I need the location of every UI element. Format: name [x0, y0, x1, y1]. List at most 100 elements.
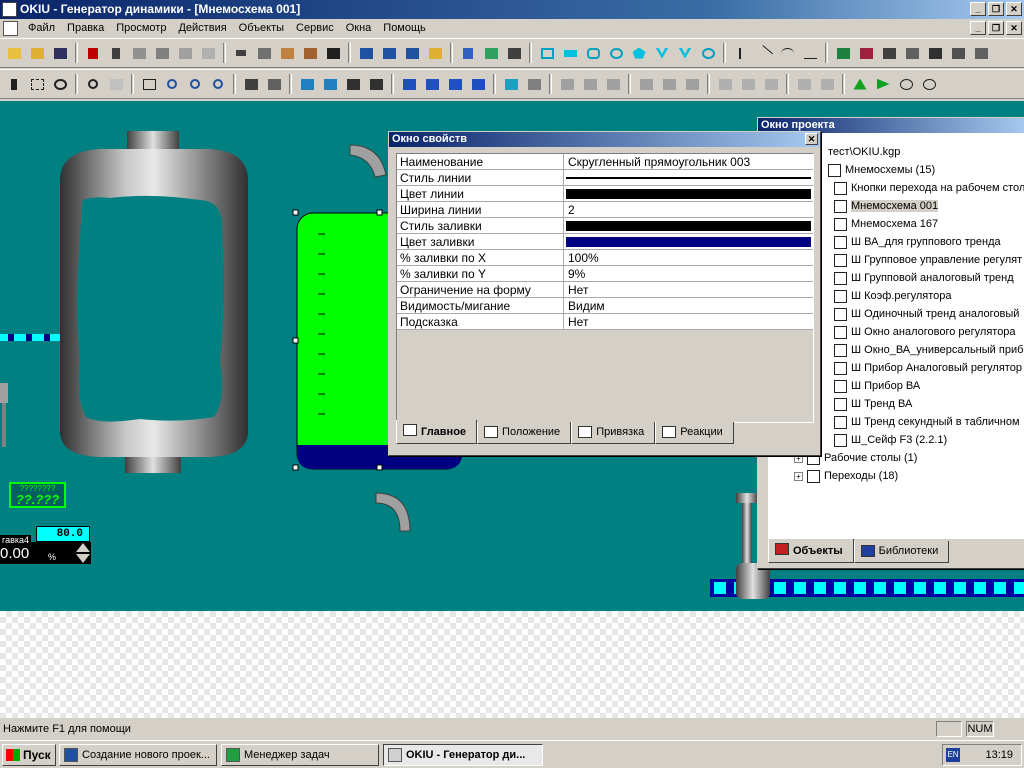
- flip-icon[interactable]: [850, 74, 870, 94]
- spin-up-icon[interactable]: [76, 543, 90, 552]
- close-button[interactable]: ✕: [1006, 2, 1022, 16]
- center-v-icon[interactable]: [817, 74, 837, 94]
- window-icon[interactable]: [356, 43, 376, 63]
- window-grid-icon[interactable]: [402, 43, 422, 63]
- tab-main[interactable]: Главное: [396, 420, 478, 444]
- restore-button[interactable]: ❐: [988, 2, 1004, 16]
- folder-icon[interactable]: [425, 43, 445, 63]
- tree-item[interactable]: Кнопки перехода на рабочем стол: [851, 182, 1024, 194]
- space-v-icon[interactable]: [738, 74, 758, 94]
- grid-table-icon[interactable]: [925, 43, 945, 63]
- tree-item[interactable]: Ш Окно аналогового регулятора: [851, 326, 1016, 338]
- group-icon[interactable]: [297, 74, 317, 94]
- spin-down-icon[interactable]: [76, 554, 90, 563]
- list-icon[interactable]: [902, 43, 922, 63]
- select-nodes-icon[interactable]: [27, 74, 47, 94]
- prop-value[interactable]: Нет: [564, 282, 813, 297]
- binoculars-icon[interactable]: [323, 43, 343, 63]
- pipe-arc-top[interactable]: [349, 144, 387, 178]
- rotate-icon[interactable]: [50, 74, 70, 94]
- prop-value[interactable]: 2: [564, 202, 813, 217]
- align-table-icon[interactable]: [343, 74, 363, 94]
- play-icon[interactable]: [873, 74, 893, 94]
- zoom-in-icon[interactable]: [208, 74, 228, 94]
- prop-value-fill-style[interactable]: [564, 218, 813, 233]
- trend-icon[interactable]: [833, 43, 853, 63]
- tree-item[interactable]: Ш Прибор Аналоговый регулятор: [851, 362, 1022, 374]
- zoom-1to1-icon[interactable]: [139, 74, 159, 94]
- task-manager[interactable]: Менеджер задач: [221, 744, 379, 766]
- pipe-arc-bottom[interactable]: [375, 492, 411, 532]
- menu-view[interactable]: Просмотр: [110, 19, 172, 38]
- undo-icon[interactable]: [231, 43, 251, 63]
- task-create-project[interactable]: Создание нового проек...: [59, 744, 217, 766]
- tree-item[interactable]: Ш Групповое управление регулят: [851, 254, 1022, 266]
- combo-icon[interactable]: [948, 43, 968, 63]
- prop-row[interactable]: Видимость/мигание Видим: [397, 298, 813, 314]
- tree-item[interactable]: Ш ВА_для группового тренда: [851, 236, 1001, 248]
- align-grid-icon[interactable]: [366, 74, 386, 94]
- ungroup-icon[interactable]: [320, 74, 340, 94]
- duplicate-icon[interactable]: [198, 43, 218, 63]
- rectangle-icon[interactable]: [537, 43, 557, 63]
- flat-rect-icon[interactable]: [560, 43, 580, 63]
- tab-objects[interactable]: Объекты: [768, 539, 854, 563]
- prop-value-fill-color[interactable]: [564, 234, 813, 249]
- tab-libraries[interactable]: Библиотеки: [853, 541, 950, 563]
- tree-item[interactable]: Ш Коэф.регулятора: [851, 290, 952, 302]
- align-bottom-icon[interactable]: [682, 74, 702, 94]
- layer-3-icon[interactable]: [445, 74, 465, 94]
- tree-item[interactable]: Ш Окно_ВА_универсальный приб: [851, 344, 1023, 356]
- menu-objects[interactable]: Объекты: [233, 19, 290, 38]
- indicator-value[interactable]: 80.0: [36, 526, 90, 542]
- menu-edit[interactable]: Правка: [61, 19, 110, 38]
- menu-service[interactable]: Сервис: [290, 19, 340, 38]
- valve-left[interactable]: [0, 383, 8, 403]
- arc-icon[interactable]: [652, 43, 672, 63]
- rotate-minus-90-icon[interactable]: [919, 74, 939, 94]
- polyline-icon[interactable]: [800, 43, 820, 63]
- prop-value[interactable]: 100%: [564, 250, 813, 265]
- prop-row[interactable]: Ширина линии 2: [397, 202, 813, 218]
- zoom-out-icon[interactable]: [185, 74, 205, 94]
- grid-icon[interactable]: [504, 43, 524, 63]
- open-folder-icon[interactable]: [27, 43, 47, 63]
- paste-special-icon[interactable]: [175, 43, 195, 63]
- window-alt-icon[interactable]: [379, 43, 399, 63]
- prop-row[interactable]: Подсказка Нет: [397, 314, 813, 330]
- show-grid-icon[interactable]: [524, 74, 544, 94]
- save-icon[interactable]: [50, 43, 70, 63]
- circle-arrow-icon[interactable]: [698, 43, 718, 63]
- new-file-icon[interactable]: [4, 43, 24, 63]
- regulator-panel[interactable]: гавка4 0.00 %: [0, 535, 91, 564]
- size-icon[interactable]: [761, 74, 781, 94]
- tab-reactions[interactable]: Реакции: [655, 422, 734, 444]
- menu-file[interactable]: Файл: [22, 19, 61, 38]
- hand-icon[interactable]: [106, 74, 126, 94]
- doc-restore-button[interactable]: ❐: [988, 21, 1004, 35]
- send-back-icon[interactable]: [264, 74, 284, 94]
- polygon-icon[interactable]: [629, 43, 649, 63]
- properties-close-button[interactable]: ✕: [805, 133, 818, 145]
- scroll-icon[interactable]: [971, 43, 991, 63]
- prop-row[interactable]: Цвет линии: [397, 186, 813, 202]
- tab-binding[interactable]: Привязка: [571, 422, 656, 444]
- doc-close-button[interactable]: ✕: [1006, 21, 1022, 35]
- cut-icon[interactable]: [106, 43, 126, 63]
- tree-item[interactable]: Мнемосхема 167: [851, 218, 938, 230]
- text-icon[interactable]: [458, 43, 478, 63]
- user-edit-icon[interactable]: [300, 43, 320, 63]
- arc-line-icon[interactable]: [777, 43, 797, 63]
- prop-row[interactable]: Ограничение на форму Нет: [397, 282, 813, 298]
- tree-item[interactable]: Ш Прибор ВА: [851, 380, 920, 392]
- table-icon[interactable]: [879, 43, 899, 63]
- expand-icon[interactable]: +: [794, 471, 803, 481]
- curve-icon[interactable]: [731, 43, 751, 63]
- desktops-group[interactable]: Рабочие столы (1): [824, 452, 917, 464]
- menu-windows[interactable]: Окна: [340, 19, 378, 38]
- align-top-icon[interactable]: [636, 74, 656, 94]
- tree-item[interactable]: Ш Одиночный тренд аналоговый: [851, 308, 1019, 320]
- prop-row[interactable]: Наименование Скругленный прямоугольник 00…: [397, 154, 813, 170]
- task-okiu[interactable]: OKIU - Генератор ди...: [383, 744, 543, 766]
- align-middle-icon[interactable]: [659, 74, 679, 94]
